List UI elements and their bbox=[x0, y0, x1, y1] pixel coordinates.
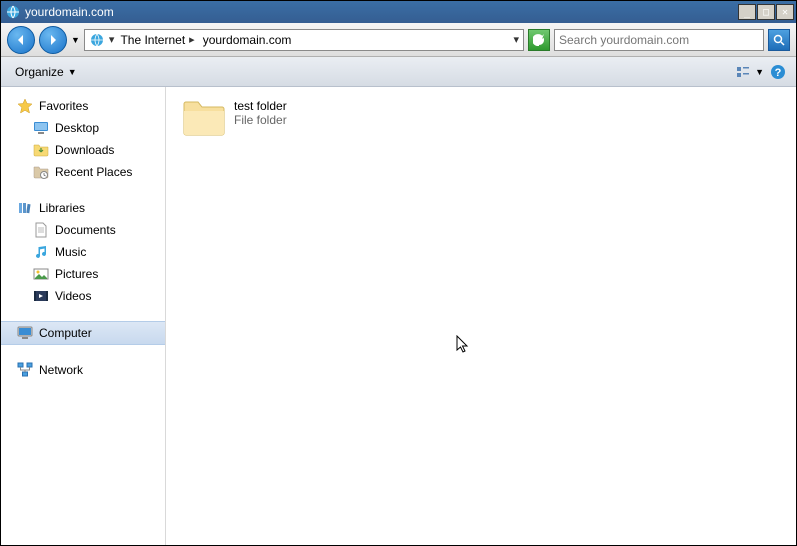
item-name: test folder bbox=[234, 99, 287, 113]
tree-favorites[interactable]: Favorites bbox=[1, 95, 165, 117]
tree-item-label: Computer bbox=[39, 326, 92, 340]
tree-item-pictures[interactable]: Pictures bbox=[1, 263, 165, 285]
svg-text:?: ? bbox=[775, 67, 782, 79]
breadcrumb-leaf-label: yourdomain.com bbox=[203, 33, 292, 47]
videos-icon bbox=[33, 288, 49, 304]
address-bar[interactable]: ▾ The Internet ▸ yourdomain.com ▾ bbox=[84, 29, 524, 51]
tree-item-label: Network bbox=[39, 363, 83, 377]
back-button[interactable] bbox=[7, 26, 35, 54]
location-icon bbox=[89, 32, 105, 48]
organize-label: Organize bbox=[15, 65, 64, 79]
close-button[interactable]: ✕ bbox=[776, 4, 794, 20]
tree-item-desktop[interactable]: Desktop bbox=[1, 117, 165, 139]
command-bar: Organize ▼ ▼ ? bbox=[1, 57, 796, 87]
music-icon bbox=[33, 244, 49, 260]
tree-item-computer[interactable]: Computer bbox=[1, 321, 165, 345]
tree-item-label: Documents bbox=[55, 223, 116, 237]
pictures-icon bbox=[33, 266, 49, 282]
content-pane[interactable]: test folder File folder bbox=[166, 87, 796, 545]
tree-item-label: Videos bbox=[55, 289, 91, 303]
search-box[interactable] bbox=[554, 29, 764, 51]
organize-button[interactable]: Organize ▼ bbox=[7, 62, 85, 82]
breadcrumb-root-label: The Internet bbox=[120, 33, 185, 47]
titlebar[interactable]: yourdomain.com _ □ ✕ bbox=[1, 1, 796, 23]
window-title: yourdomain.com bbox=[25, 5, 737, 19]
breadcrumb-root[interactable]: The Internet ▸ bbox=[118, 33, 196, 47]
tree-libraries[interactable]: Libraries bbox=[1, 197, 165, 219]
window-buttons: _ □ ✕ bbox=[737, 4, 794, 20]
breadcrumb-leaf[interactable]: yourdomain.com bbox=[201, 33, 294, 47]
tree-item-videos[interactable]: Videos bbox=[1, 285, 165, 307]
forward-button[interactable] bbox=[39, 26, 67, 54]
desktop-icon bbox=[33, 120, 49, 136]
minimize-button[interactable]: _ bbox=[738, 4, 756, 20]
tree-item-music[interactable]: Music bbox=[1, 241, 165, 263]
nav-toolbar: ▼ ▾ The Internet ▸ yourdomain.com ▾ bbox=[1, 23, 796, 57]
star-icon bbox=[17, 98, 33, 114]
item-type: File folder bbox=[234, 113, 287, 127]
tree-libraries-label: Libraries bbox=[39, 201, 85, 215]
app-icon bbox=[5, 4, 21, 20]
tree-item-label: Downloads bbox=[55, 143, 114, 157]
tree-item-network[interactable]: Network bbox=[1, 359, 165, 381]
tree-item-label: Recent Places bbox=[55, 165, 132, 179]
libraries-icon bbox=[17, 200, 33, 216]
search-input[interactable] bbox=[555, 33, 763, 47]
address-dropdown[interactable]: ▾ bbox=[513, 33, 519, 46]
nav-history-dropdown[interactable]: ▼ bbox=[71, 35, 80, 45]
network-icon bbox=[17, 362, 33, 378]
help-button[interactable]: ? bbox=[766, 60, 790, 84]
view-options-button[interactable] bbox=[731, 60, 755, 84]
chevron-down-icon: ▼ bbox=[68, 67, 77, 77]
downloads-icon bbox=[33, 142, 49, 158]
tree-item-label: Pictures bbox=[55, 267, 98, 281]
item-test-folder[interactable]: test folder File folder bbox=[182, 99, 780, 139]
view-dropdown[interactable]: ▼ bbox=[755, 67, 764, 77]
search-button[interactable] bbox=[768, 29, 790, 51]
recent-icon bbox=[33, 164, 49, 180]
documents-icon bbox=[33, 222, 49, 238]
tree-item-documents[interactable]: Documents bbox=[1, 219, 165, 241]
explorer-window: yourdomain.com _ □ ✕ ▼ ▾ The Internet ▸ … bbox=[0, 0, 797, 546]
maximize-button[interactable]: □ bbox=[757, 4, 775, 20]
computer-icon bbox=[17, 325, 33, 341]
tree-item-downloads[interactable]: Downloads bbox=[1, 139, 165, 161]
body-area: Favorites Desktop Downloads Recent Place… bbox=[1, 87, 796, 545]
chevron-right-icon[interactable]: ▸ bbox=[189, 33, 195, 46]
tree-item-label: Music bbox=[55, 245, 86, 259]
tree-item-recent[interactable]: Recent Places bbox=[1, 161, 165, 183]
tree-favorites-label: Favorites bbox=[39, 99, 88, 113]
refresh-button[interactable] bbox=[528, 29, 550, 51]
tree-item-label: Desktop bbox=[55, 121, 99, 135]
navigation-pane[interactable]: Favorites Desktop Downloads Recent Place… bbox=[1, 87, 166, 545]
mouse-cursor-icon bbox=[456, 335, 472, 358]
folder-icon bbox=[182, 99, 226, 139]
breadcrumb-dropdown[interactable]: ▾ bbox=[109, 33, 115, 46]
